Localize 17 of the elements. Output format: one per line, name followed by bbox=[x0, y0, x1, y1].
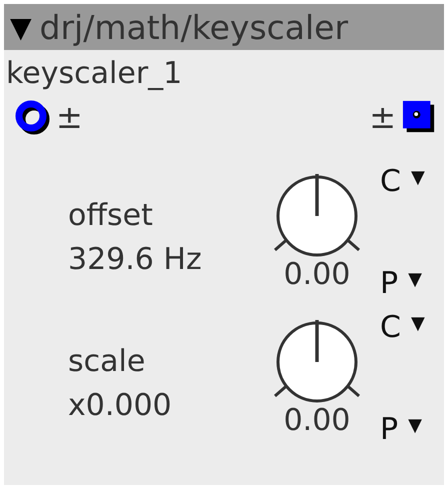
parameter-reading: x0.000 bbox=[68, 387, 172, 425]
outlet-icon[interactable] bbox=[402, 100, 436, 134]
parameter-label: scale bbox=[68, 343, 146, 381]
parameter-reading: 329.6 Hz bbox=[68, 241, 202, 279]
outlet-label: ± bbox=[369, 99, 396, 135]
object-title: drj/math/keyscaler bbox=[40, 8, 348, 46]
parameter-label: offset bbox=[68, 197, 153, 235]
inlet-icon[interactable] bbox=[14, 99, 50, 135]
knob-value: 0.00 bbox=[284, 258, 350, 292]
dropdown-button[interactable]: P ▼ bbox=[380, 412, 422, 448]
dropdown-button[interactable]: C ▼ bbox=[380, 310, 425, 346]
dropdown-button[interactable]: P ▼ bbox=[380, 266, 422, 302]
inlet-label: ± bbox=[56, 99, 83, 135]
dropdown-button[interactable]: C ▼ bbox=[380, 164, 425, 200]
knob-value: 0.00 bbox=[284, 404, 350, 438]
collapse-arrow[interactable]: ▼ bbox=[10, 10, 32, 44]
instance-name[interactable]: keyscaler_1 bbox=[4, 50, 444, 92]
